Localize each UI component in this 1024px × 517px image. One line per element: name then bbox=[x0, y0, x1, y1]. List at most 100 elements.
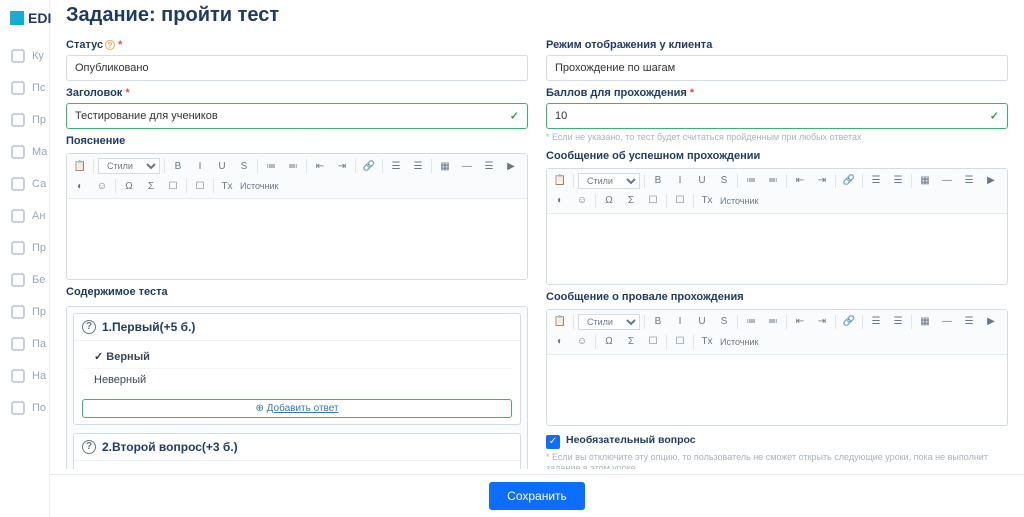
toolbar-button[interactable]: ☐ bbox=[644, 334, 662, 350]
toolbar-button[interactable]: ☰ bbox=[409, 158, 427, 174]
sidebar-item[interactable]: Ан bbox=[0, 200, 57, 232]
toolbar-button[interactable]: ☺ bbox=[93, 178, 111, 194]
toolbar-button[interactable]: Σ bbox=[142, 178, 160, 194]
toolbar-button[interactable]: Tx bbox=[218, 178, 236, 194]
toolbar-button[interactable]: ≕ bbox=[764, 173, 782, 189]
toolbar-button[interactable]: 📋 bbox=[71, 158, 89, 174]
toolbar-button[interactable]: ☰ bbox=[960, 173, 978, 189]
answer-item[interactable]: ответ 1 bbox=[82, 465, 512, 469]
toolbar-button[interactable]: ☰ bbox=[480, 158, 498, 174]
toolbar-button[interactable]: I bbox=[191, 158, 209, 174]
toolbar-button[interactable]: ◐ bbox=[551, 193, 569, 209]
sidebar-item[interactable]: Пр bbox=[0, 104, 57, 136]
toolbar-button[interactable]: ☐ bbox=[671, 334, 689, 350]
toolbar-button[interactable]: ≔ bbox=[742, 314, 760, 330]
toolbar-button[interactable]: 📋 bbox=[551, 314, 569, 330]
toolbar-button[interactable]: ▦ bbox=[916, 173, 934, 189]
source-button[interactable]: Источник bbox=[720, 334, 758, 350]
sidebar-item[interactable]: Ку bbox=[0, 40, 57, 72]
sidebar-item[interactable]: По bbox=[0, 392, 57, 424]
toolbar-button[interactable]: Tx bbox=[698, 334, 716, 350]
toolbar-button[interactable]: Ω bbox=[600, 334, 618, 350]
toolbar-button[interactable]: 🔗 bbox=[360, 158, 378, 174]
toolbar-button[interactable]: — bbox=[938, 173, 956, 189]
toolbar-button[interactable]: S bbox=[715, 173, 733, 189]
sidebar-item[interactable]: На bbox=[0, 360, 57, 392]
toolbar-button[interactable]: ▶ bbox=[502, 158, 520, 174]
answer-item[interactable]: Верный bbox=[82, 345, 512, 369]
toolbar-button[interactable]: ☐ bbox=[644, 193, 662, 209]
toolbar-button[interactable]: ▶ bbox=[982, 173, 1000, 189]
toolbar-button[interactable]: Σ bbox=[622, 334, 640, 350]
toolbar-button[interactable]: S bbox=[715, 314, 733, 330]
toolbar-button[interactable]: Ω bbox=[600, 193, 618, 209]
sidebar-item[interactable]: Бе bbox=[0, 264, 57, 296]
toolbar-button[interactable]: 🔗 bbox=[840, 314, 858, 330]
toolbar-button[interactable]: ☰ bbox=[387, 158, 405, 174]
toolbar-button[interactable]: B bbox=[169, 158, 187, 174]
toolbar-button[interactable]: ▦ bbox=[916, 314, 934, 330]
toolbar-button[interactable]: ⇤ bbox=[791, 173, 809, 189]
toolbar-button[interactable]: ☰ bbox=[889, 314, 907, 330]
toolbar-button[interactable]: ⇥ bbox=[813, 173, 831, 189]
toolbar-button[interactable]: ⇥ bbox=[333, 158, 351, 174]
toolbar-button[interactable]: ☺ bbox=[573, 193, 591, 209]
optional-question-checkbox[interactable]: ✓ Необязательный вопрос bbox=[546, 434, 1008, 449]
styles-select[interactable]: Стили bbox=[578, 173, 640, 189]
toolbar-button[interactable]: ☐ bbox=[671, 193, 689, 209]
source-button[interactable]: Источник bbox=[240, 178, 278, 194]
toolbar-button[interactable]: ≕ bbox=[764, 314, 782, 330]
title-input[interactable]: Тестирование для учеников bbox=[66, 103, 528, 129]
styles-select[interactable]: Стили bbox=[98, 158, 160, 174]
sidebar-item[interactable]: Пс bbox=[0, 72, 57, 104]
source-button[interactable]: Источник bbox=[720, 193, 758, 209]
toolbar-button[interactable]: ▶ bbox=[982, 314, 1000, 330]
toolbar-button[interactable]: ⇤ bbox=[791, 314, 809, 330]
toolbar-button[interactable]: I bbox=[671, 314, 689, 330]
toolbar-button[interactable]: ≕ bbox=[284, 158, 302, 174]
sidebar-item[interactable]: Пр bbox=[0, 296, 57, 328]
toolbar-button[interactable]: ☐ bbox=[191, 178, 209, 194]
toolbar-button[interactable]: Ω bbox=[120, 178, 138, 194]
sidebar-item[interactable]: Са bbox=[0, 168, 57, 200]
sidebar-item[interactable]: Ма bbox=[0, 136, 57, 168]
help-icon[interactable]: ? bbox=[105, 40, 115, 50]
toolbar-button[interactable]: ≔ bbox=[262, 158, 280, 174]
toolbar-button[interactable]: ⇤ bbox=[311, 158, 329, 174]
mode-select[interactable]: Прохождение по шагам bbox=[546, 55, 1008, 81]
save-button[interactable]: Сохранить bbox=[489, 482, 585, 510]
add-answer-button[interactable]: ⊕ Добавить ответ bbox=[82, 399, 512, 418]
sidebar-item[interactable]: Па bbox=[0, 328, 57, 360]
toolbar-button[interactable]: 🔗 bbox=[840, 173, 858, 189]
explanation-editor[interactable]: 📋СтилиBIUS≔≕⇤⇥🔗☰☰▦—☰▶◐☺ΩΣ☐☐TxИсточник bbox=[66, 153, 528, 280]
success-editor[interactable]: 📋СтилиBIUS≔≕⇤⇥🔗☰☰▦—☰▶◐☺ΩΣ☐☐TxИсточник bbox=[546, 168, 1008, 285]
score-input[interactable]: 10 bbox=[546, 103, 1008, 129]
toolbar-button[interactable]: ☰ bbox=[960, 314, 978, 330]
toolbar-button[interactable]: ☰ bbox=[867, 314, 885, 330]
question-header[interactable]: ?2.Второй вопрос(+3 б.) bbox=[74, 434, 520, 461]
toolbar-button[interactable]: ≔ bbox=[742, 173, 760, 189]
question-header[interactable]: ?1.Первый(+5 б.) bbox=[74, 314, 520, 341]
toolbar-button[interactable]: ☰ bbox=[867, 173, 885, 189]
styles-select[interactable]: Стили bbox=[578, 314, 640, 330]
toolbar-button[interactable]: U bbox=[693, 173, 711, 189]
toolbar-button[interactable]: 📋 bbox=[551, 173, 569, 189]
fail-editor[interactable]: 📋СтилиBIUS≔≕⇤⇥🔗☰☰▦—☰▶◐☺ΩΣ☐☐TxИсточник bbox=[546, 309, 1008, 426]
toolbar-button[interactable]: ☐ bbox=[164, 178, 182, 194]
status-select[interactable]: Опубликовано bbox=[66, 55, 528, 81]
toolbar-button[interactable]: — bbox=[458, 158, 476, 174]
sidebar-item[interactable]: Пр bbox=[0, 232, 57, 264]
toolbar-button[interactable]: I bbox=[671, 173, 689, 189]
toolbar-button[interactable]: B bbox=[649, 314, 667, 330]
toolbar-button[interactable]: S bbox=[235, 158, 253, 174]
toolbar-button[interactable]: U bbox=[213, 158, 231, 174]
toolbar-button[interactable]: ◐ bbox=[551, 334, 569, 350]
toolbar-button[interactable]: Tx bbox=[698, 193, 716, 209]
toolbar-button[interactable]: ◐ bbox=[71, 178, 89, 194]
toolbar-button[interactable]: B bbox=[649, 173, 667, 189]
toolbar-button[interactable]: Σ bbox=[622, 193, 640, 209]
toolbar-button[interactable]: ☺ bbox=[573, 334, 591, 350]
answer-item[interactable]: Неверный bbox=[82, 369, 512, 391]
toolbar-button[interactable]: ☰ bbox=[889, 173, 907, 189]
toolbar-button[interactable]: U bbox=[693, 314, 711, 330]
